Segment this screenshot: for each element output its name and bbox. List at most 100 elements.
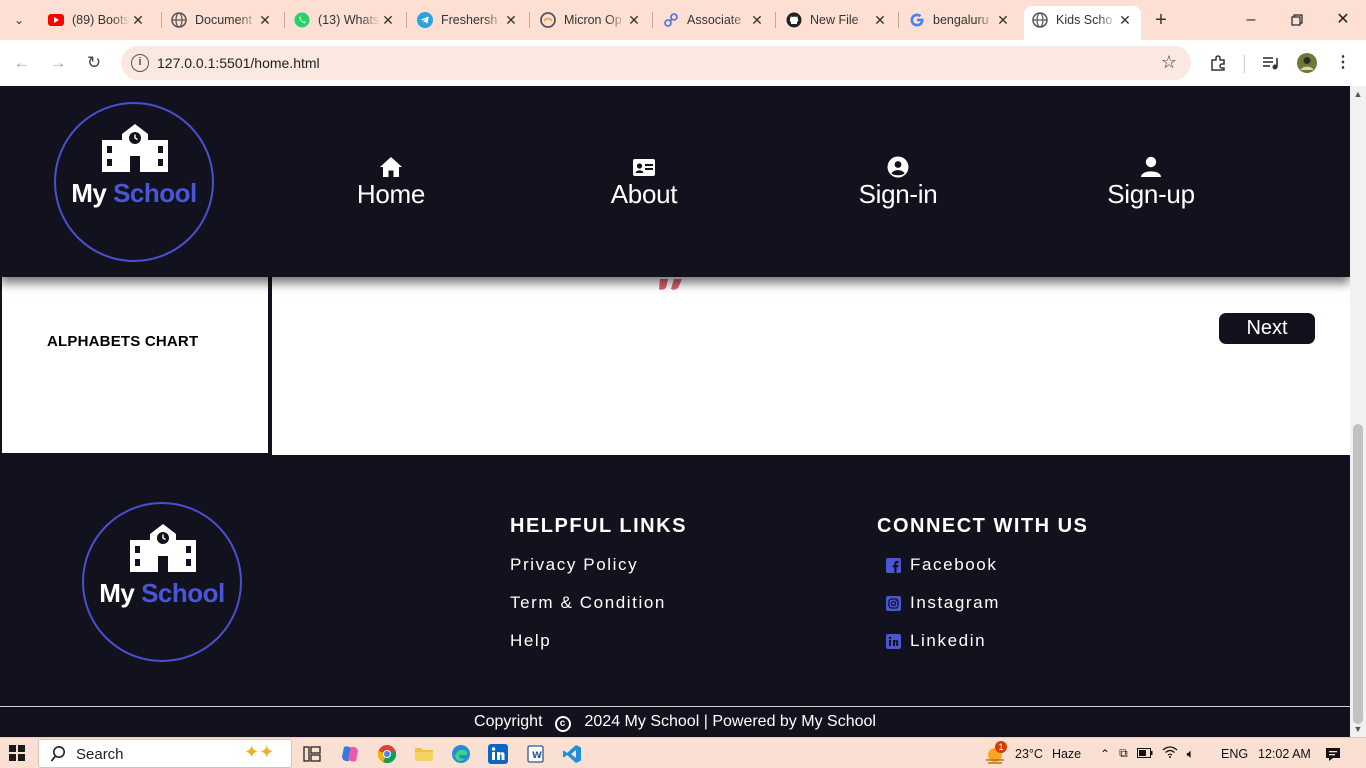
nav-sign-up[interactable]: Sign-up <box>1071 156 1231 208</box>
separator: | <box>703 713 708 730</box>
address-bar[interactable]: i 127.0.0.1:5501/home.html ☆ <box>121 46 1191 80</box>
tab-title: Freshersh <box>441 13 498 27</box>
close-icon[interactable]: ✕ <box>380 12 396 29</box>
weather-text: Haze <box>1051 746 1082 761</box>
tab-youtube[interactable]: (89) Bootstrap ✕ <box>40 6 154 34</box>
tab-document[interactable]: Document ✕ <box>163 6 281 34</box>
profile-avatar[interactable] <box>1295 51 1319 75</box>
tab-title: Kids Scho <box>1056 13 1113 27</box>
close-icon[interactable]: ✕ <box>749 12 765 29</box>
weather-widget[interactable]: 1 23°C Haze <box>984 738 1081 768</box>
footer-logo[interactable]: My School <box>82 502 242 662</box>
school-icon <box>102 124 168 172</box>
micron-icon <box>540 12 556 28</box>
close-window-button[interactable]: ✕ <box>1328 8 1358 32</box>
bookmark-star-icon[interactable]: ☆ <box>1161 52 1177 73</box>
tab-telegram[interactable]: Freshersh ✕ <box>409 6 527 34</box>
instagram-icon <box>886 595 901 611</box>
page-viewport: My School Home About Sign-in Sign-up ALP… <box>0 86 1350 737</box>
chevron-up-icon[interactable]: ⌃ <box>1100 747 1110 761</box>
linkedin-app-icon[interactable] <box>486 742 510 766</box>
notifications-icon[interactable] <box>1325 738 1341 768</box>
telegram-icon <box>417 12 433 28</box>
windows-taskbar: Search ✦✦ W 1 23°C Haze ⌃ ⧉ 🔈︎ ENG 12:02… <box>0 737 1366 768</box>
tab-google[interactable]: bengaluru ✕ <box>901 6 1019 34</box>
tab-title: Document <box>195 13 252 27</box>
taskbar-search[interactable]: Search ✦✦ <box>38 739 292 768</box>
file-explorer-icon[interactable] <box>412 742 436 766</box>
facebook-link[interactable]: Facebook <box>877 555 997 575</box>
next-button[interactable]: Next <box>1219 313 1315 344</box>
chart-display-panel: Next <box>272 277 1350 455</box>
tab-micron[interactable]: Micron Op ✕ <box>532 6 650 34</box>
word-app-icon[interactable]: W <box>523 742 547 766</box>
copyright-prefix: Copyright <box>474 713 543 730</box>
tab-whatsapp[interactable]: (13) WhatsApp ✕ <box>286 6 404 34</box>
close-icon[interactable]: ✕ <box>626 12 642 29</box>
clock[interactable]: 12:02 AM <box>1258 738 1311 768</box>
page-scrollbar[interactable]: ▲ ▼ <box>1350 86 1366 737</box>
instagram-link[interactable]: Instagram <box>877 593 1000 613</box>
scroll-up-icon[interactable]: ▲ <box>1353 89 1363 99</box>
linkedin-link[interactable]: Linkedin <box>877 631 986 651</box>
forward-button[interactable]: → <box>46 51 70 75</box>
close-icon[interactable]: ✕ <box>130 12 146 29</box>
meet-now-icon[interactable]: ⧉ <box>1119 746 1128 761</box>
language-indicator[interactable]: ENG <box>1221 738 1248 768</box>
search-icon <box>50 746 65 762</box>
nav-sign-in[interactable]: Sign-in <box>818 156 978 208</box>
copilot-app-icon[interactable] <box>338 742 362 766</box>
extensions-icon[interactable] <box>1206 51 1230 75</box>
battery-icon[interactable] <box>1136 747 1153 761</box>
copyright-year: 2024 My School <box>584 713 700 730</box>
tab-title: Associate <box>687 13 742 27</box>
minimize-button[interactable]: – <box>1236 8 1266 32</box>
back-button[interactable]: ← <box>10 51 34 75</box>
task-view-icon[interactable] <box>300 742 324 766</box>
edge-app-icon[interactable] <box>449 742 473 766</box>
globe-icon <box>1032 12 1048 28</box>
site-info-icon[interactable]: i <box>131 54 149 72</box>
logo-text: My School <box>71 178 197 208</box>
windows-start-button[interactable] <box>9 745 25 761</box>
wifi-icon[interactable] <box>1162 746 1178 761</box>
menu-kebab-icon[interactable]: ⋮ <box>1331 51 1355 75</box>
scroll-down-icon[interactable]: ▼ <box>1353 724 1363 734</box>
tab-kids-school[interactable]: Kids Scho ✕ <box>1024 6 1141 40</box>
vscode-app-icon[interactable] <box>560 742 584 766</box>
scrollbar-thumb[interactable] <box>1353 424 1363 724</box>
reload-button[interactable]: ↻ <box>82 51 106 75</box>
browser-tab-bar: ⌄ (89) Bootstrap ✕ Document ✕ (13) Whats… <box>0 0 1366 40</box>
terms-link[interactable]: Term & Condition <box>510 593 666 613</box>
user-icon <box>1141 156 1161 177</box>
school-icon <box>130 524 196 572</box>
system-tray-icons: ⌃ ⧉ 🔈︎ <box>1100 738 1194 768</box>
new-tab-button[interactable]: + <box>1150 9 1172 31</box>
restore-button[interactable] <box>1282 8 1312 32</box>
weather-temp: 23°C <box>1015 746 1043 761</box>
close-icon[interactable]: ✕ <box>1117 12 1133 29</box>
close-icon[interactable]: ✕ <box>257 12 273 29</box>
tab-github[interactable]: New File ✕ <box>778 6 896 34</box>
user-circle-icon <box>887 156 909 178</box>
header-logo[interactable]: My School <box>54 102 214 262</box>
nav-about[interactable]: About <box>564 156 724 208</box>
tab-search-button[interactable]: ⌄ <box>6 8 32 32</box>
alphabets-chart-link[interactable]: ALPHABETS CHART <box>47 333 198 350</box>
youtube-icon <box>48 12 64 28</box>
tab-associate[interactable]: Associate ✕ <box>655 6 773 34</box>
nav-home[interactable]: Home <box>311 156 471 208</box>
close-icon[interactable]: ✕ <box>503 12 519 29</box>
chrome-app-icon[interactable] <box>375 742 399 766</box>
svg-text:W: W <box>532 751 542 761</box>
chart-illustration <box>659 279 682 290</box>
close-icon[interactable]: ✕ <box>995 12 1011 29</box>
help-link[interactable]: Help <box>510 631 551 651</box>
volume-icon[interactable]: 🔈︎ <box>1187 746 1195 762</box>
media-control-icon[interactable] <box>1259 51 1283 75</box>
privacy-policy-link[interactable]: Privacy Policy <box>510 555 638 575</box>
helpful-links-heading: HELPFUL LINKS <box>510 515 687 537</box>
footer-divider <box>0 706 1350 707</box>
browser-toolbar: ← → ↻ i 127.0.0.1:5501/home.html ☆ ⋮ <box>0 40 1366 86</box>
close-icon[interactable]: ✕ <box>872 12 888 29</box>
